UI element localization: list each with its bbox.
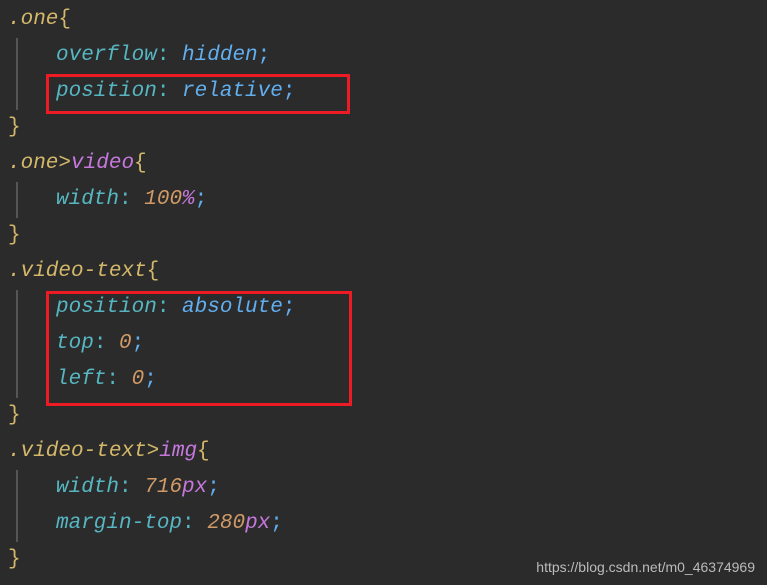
code-line: .one>video{ (8, 146, 767, 182)
code-line: } (8, 218, 767, 254)
selector-class: .one (8, 8, 58, 31)
selector-class: .one (8, 152, 58, 175)
semicolon: ; (195, 188, 208, 211)
semicolon: ; (144, 368, 157, 391)
indent-guide (16, 38, 18, 74)
indent-guide (16, 362, 18, 398)
selector-class: .video-text (8, 260, 147, 283)
close-brace: } (8, 548, 21, 571)
semicolon: ; (283, 296, 296, 319)
colon: : (119, 188, 132, 211)
open-brace: { (58, 8, 71, 31)
semicolon: ; (283, 80, 296, 103)
code-line: .video-text>img{ (8, 434, 767, 470)
semicolon: ; (207, 476, 220, 499)
number: 716 (144, 476, 182, 499)
colon: : (94, 332, 107, 355)
number: 280 (207, 512, 245, 535)
code-line: width: 716px; (8, 470, 767, 506)
close-brace: } (8, 224, 21, 247)
number: 0 (132, 368, 145, 391)
unit: px (182, 476, 207, 499)
code-line: width: 100%; (8, 182, 767, 218)
colon: : (157, 80, 170, 103)
code-line: } (8, 110, 767, 146)
colon: : (106, 368, 119, 391)
indent-guide (16, 182, 18, 218)
code-line: left: 0; (8, 362, 767, 398)
code-block: .one{ overflow: hidden; position: relati… (0, 2, 767, 578)
colon: : (157, 296, 170, 319)
indent-guide (16, 470, 18, 506)
colon: : (182, 512, 195, 535)
semicolon: ; (132, 332, 145, 355)
colon: : (157, 44, 170, 67)
number: 100 (144, 188, 182, 211)
code-line: position: absolute; (8, 290, 767, 326)
watermark: https://blog.csdn.net/m0_46374969 (536, 559, 755, 575)
semicolon: ; (258, 44, 271, 67)
combinator: > (58, 152, 71, 175)
property: overflow (56, 44, 157, 67)
value: relative (182, 80, 283, 103)
close-brace: } (8, 404, 21, 427)
unit: % (182, 188, 195, 211)
property: margin-top (56, 512, 182, 535)
selector-class: .video-text (8, 440, 147, 463)
property: position (56, 80, 157, 103)
property: top (56, 332, 94, 355)
property: left (56, 368, 106, 391)
code-line: .one{ (8, 2, 767, 38)
indent-guide (16, 326, 18, 362)
code-line: top: 0; (8, 326, 767, 362)
open-brace: { (197, 440, 210, 463)
selector-tag: video (71, 152, 134, 175)
property: width (56, 476, 119, 499)
value: hidden (182, 44, 258, 67)
code-line: position: relative; (8, 74, 767, 110)
number: 0 (119, 332, 132, 355)
close-brace: } (8, 116, 21, 139)
property: position (56, 296, 157, 319)
property: width (56, 188, 119, 211)
code-line: .video-text{ (8, 254, 767, 290)
combinator: > (147, 440, 160, 463)
colon: : (119, 476, 132, 499)
indent-guide (16, 290, 18, 326)
selector-tag: img (159, 440, 197, 463)
code-line: } (8, 398, 767, 434)
semicolon: ; (270, 512, 283, 535)
indent-guide (16, 74, 18, 110)
indent-guide (16, 506, 18, 542)
open-brace: { (147, 260, 160, 283)
code-line: overflow: hidden; (8, 38, 767, 74)
open-brace: { (134, 152, 147, 175)
code-line: margin-top: 280px; (8, 506, 767, 542)
unit: px (245, 512, 270, 535)
value: absolute (182, 296, 283, 319)
